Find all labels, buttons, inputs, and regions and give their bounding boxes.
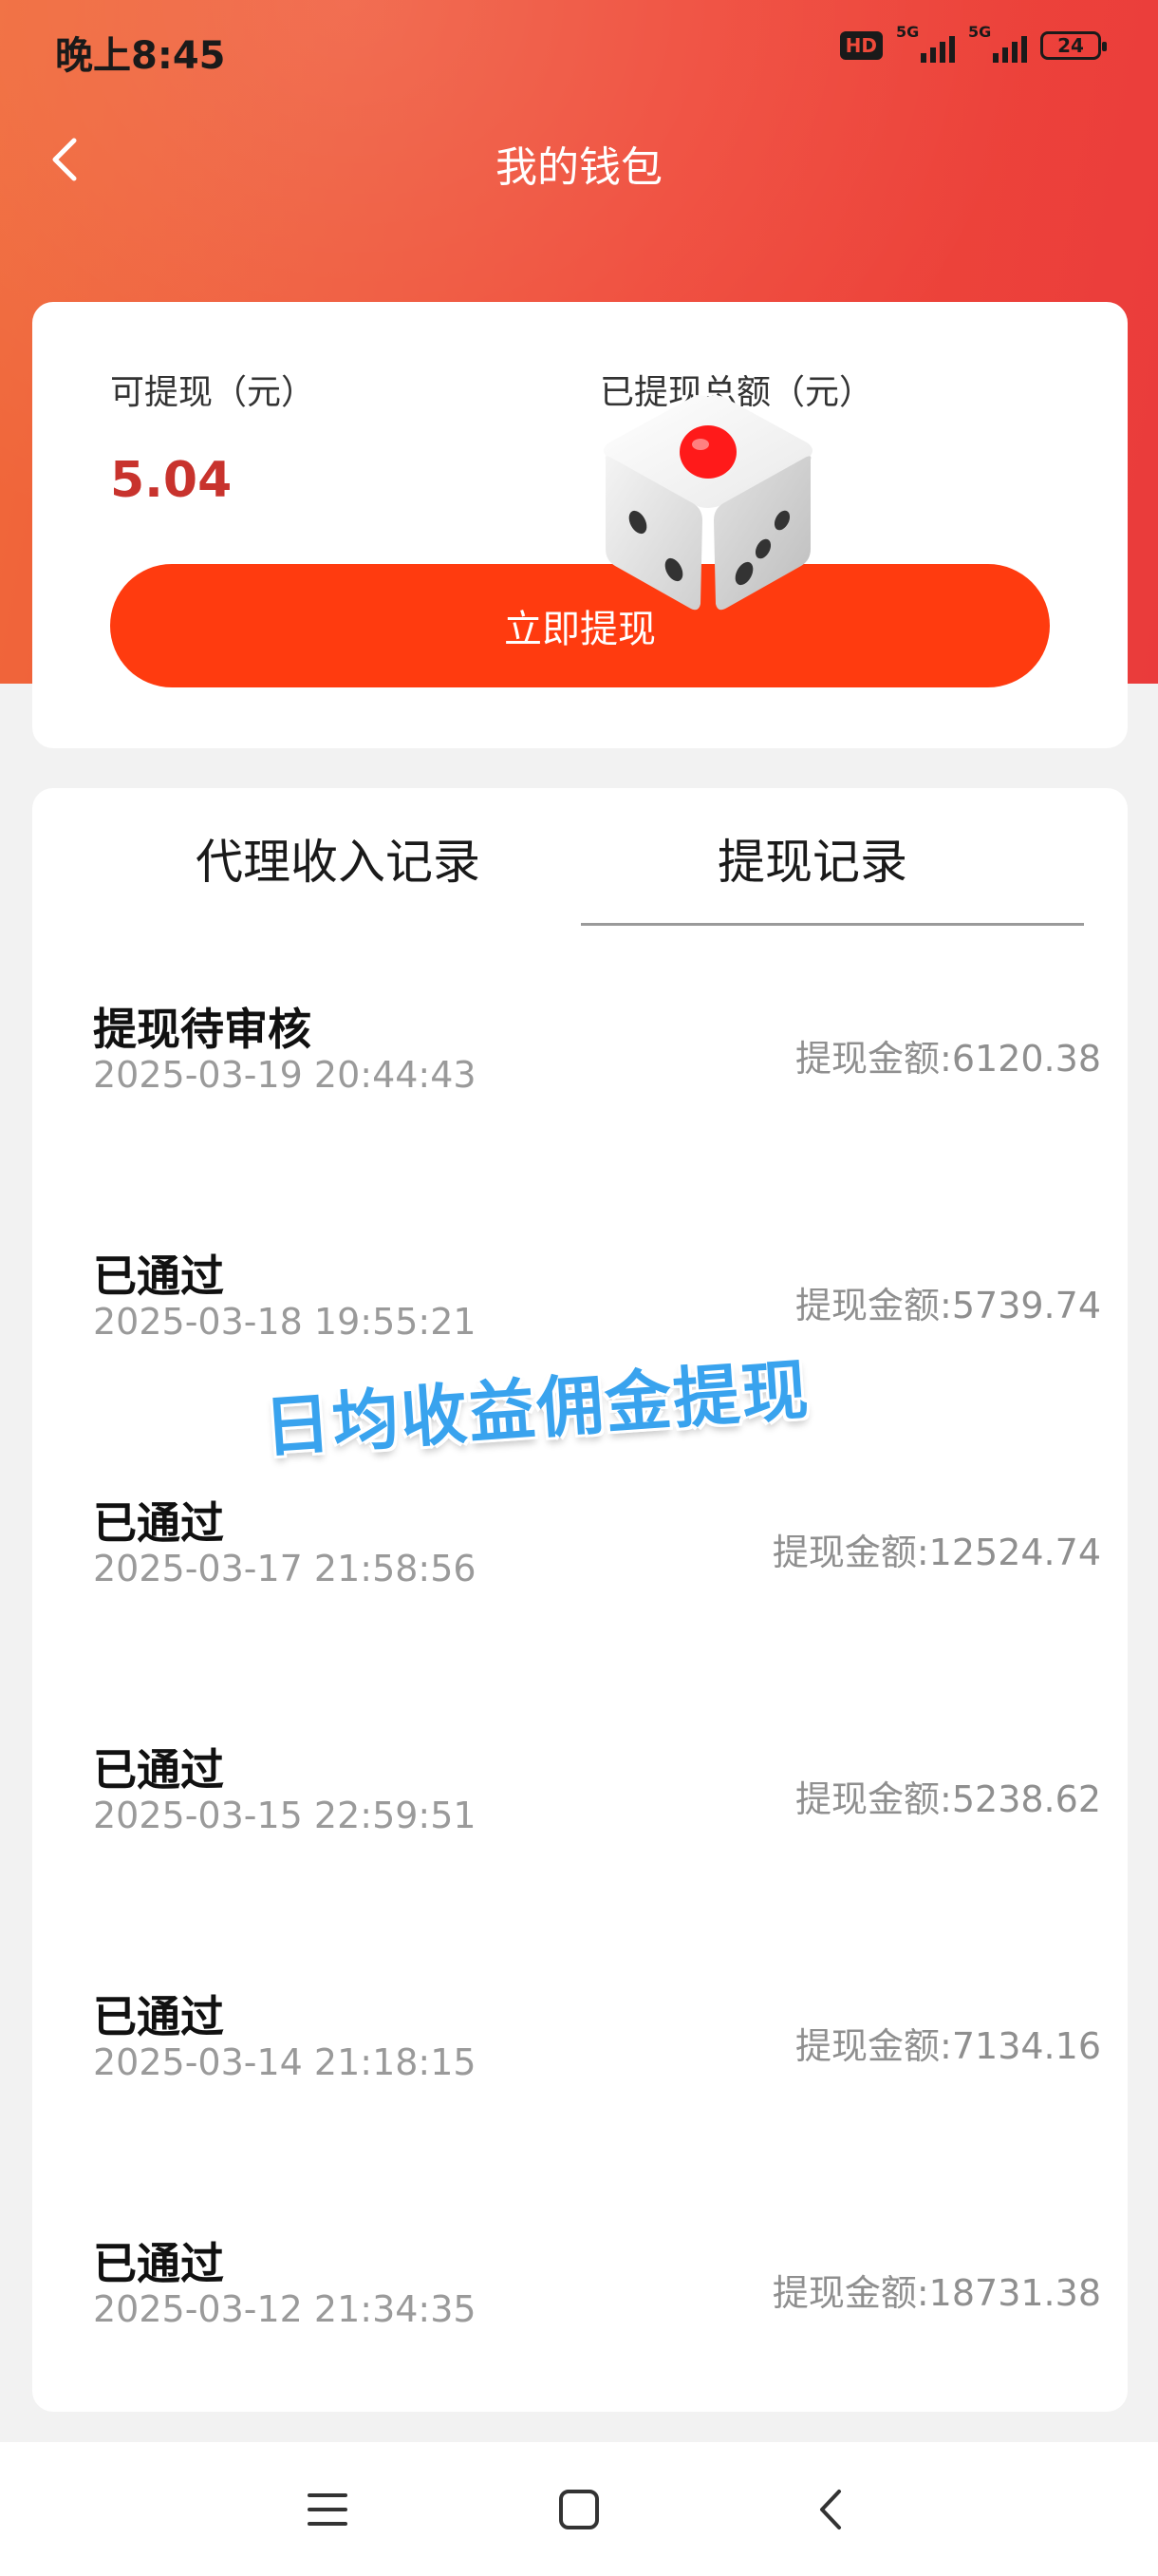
home-button[interactable] bbox=[546, 2476, 612, 2543]
wallet-card: 可提现（元） 已提现总额（元） 5.04 立即提现 bbox=[32, 302, 1128, 748]
tab-withdraw-records[interactable]: 提现记录 bbox=[718, 824, 907, 893]
status-bar: 晚上8:45 HD 5G 5G 24 bbox=[0, 0, 1158, 104]
signal-icon-1: 5G bbox=[896, 23, 955, 63]
record-status: 提现待审核 bbox=[93, 1004, 311, 1055]
system-nav-bar bbox=[0, 2442, 1158, 2576]
record-time: 2025-03-18 19:55:21 bbox=[93, 1301, 476, 1343]
record-amount: 提现金额:6120.38 bbox=[795, 1038, 1101, 1080]
record-amount: 提现金额:5238.62 bbox=[795, 1778, 1101, 1820]
withdrawable-label: 可提现（元） bbox=[110, 373, 316, 412]
battery-icon: 24 bbox=[1040, 31, 1107, 60]
list-item[interactable]: 已通过 2025-03-15 22:59:51 提现金额:5238.62 bbox=[32, 1736, 1128, 1926]
home-square-icon bbox=[559, 2490, 599, 2529]
record-amount: 提现金额:18731.38 bbox=[772, 2272, 1101, 2314]
record-time: 2025-03-17 21:58:56 bbox=[93, 1548, 476, 1589]
record-status: 已通过 bbox=[93, 1991, 224, 2042]
list-item[interactable]: 提现待审核 2025-03-19 20:44:43 提现金额:6120.38 bbox=[32, 995, 1128, 1185]
list-item[interactable]: 已通过 2025-03-17 21:58:56 提现金额:12524.74 bbox=[32, 1489, 1128, 1679]
back-chevron-icon bbox=[820, 2490, 841, 2529]
list-item[interactable]: 已通过 2025-03-12 21:34:35 提现金额:18731.38 bbox=[32, 2229, 1128, 2419]
network-label-2: 5G bbox=[968, 23, 992, 41]
signal-icon-2: 5G bbox=[968, 23, 1027, 63]
record-time: 2025-03-15 22:59:51 bbox=[93, 1795, 476, 1836]
record-status: 已通过 bbox=[93, 1744, 224, 1796]
record-status: 已通过 bbox=[93, 2238, 224, 2289]
record-status: 已通过 bbox=[93, 1497, 224, 1549]
tab-agent-income[interactable]: 代理收入记录 bbox=[196, 824, 480, 893]
record-status: 已通过 bbox=[93, 1250, 224, 1302]
system-back-button[interactable] bbox=[797, 2476, 864, 2543]
withdrawable-value: 5.04 bbox=[110, 452, 233, 509]
record-time: 2025-03-19 20:44:43 bbox=[93, 1054, 476, 1096]
status-time: 晚上8:45 bbox=[55, 34, 226, 78]
record-time: 2025-03-14 21:18:15 bbox=[93, 2041, 476, 2083]
hd-icon: HD bbox=[839, 31, 883, 60]
records-card: 代理收入记录 提现记录 提现待审核 2025-03-19 20:44:43 提现… bbox=[32, 788, 1128, 2412]
withdraw-now-button[interactable]: 立即提现 bbox=[110, 564, 1050, 687]
dice-icon bbox=[604, 395, 812, 611]
record-time: 2025-03-12 21:34:35 bbox=[93, 2288, 476, 2330]
network-label-1: 5G bbox=[896, 23, 920, 41]
record-amount: 提现金额:5739.74 bbox=[795, 1285, 1101, 1326]
record-amount: 提现金额:7134.16 bbox=[795, 2025, 1101, 2067]
record-amount: 提现金额:12524.74 bbox=[772, 1532, 1101, 1573]
list-item[interactable]: 已通过 2025-03-14 21:18:15 提现金额:7134.16 bbox=[32, 1983, 1128, 2172]
menu-icon bbox=[308, 2493, 347, 2526]
menu-button[interactable] bbox=[294, 2476, 361, 2543]
status-icons: HD 5G 5G 24 bbox=[839, 23, 1107, 63]
page-title: 我的钱包 bbox=[495, 143, 663, 192]
active-tab-indicator bbox=[581, 923, 1084, 926]
